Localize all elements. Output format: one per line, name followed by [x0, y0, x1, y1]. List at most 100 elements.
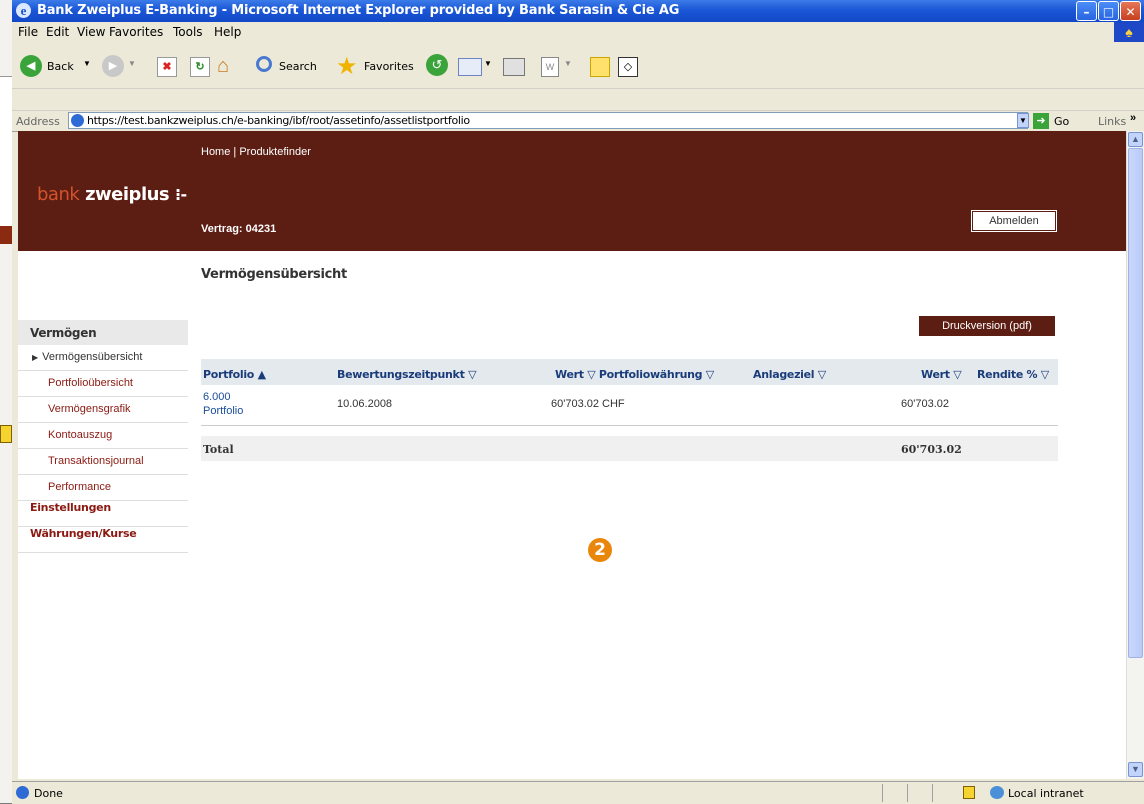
product-finder-link[interactable]: Produktefinder [239, 146, 311, 158]
history-icon: ↺ [426, 54, 448, 76]
home-link[interactable]: Home [201, 146, 230, 158]
close-button[interactable]: ✕ [1120, 1, 1141, 21]
sidebar-item-vermoegensuebersicht[interactable]: ▶ Vermögensübersicht [18, 345, 188, 371]
menu-edit[interactable]: Edit [46, 25, 69, 39]
menu-tools[interactable]: Tools [173, 25, 203, 39]
portfolio-id-link[interactable]: 6.000 [203, 391, 231, 403]
title-bar: e Bank Zweiplus E-Banking - Microsoft In… [12, 0, 1144, 22]
sidebar-item-performance[interactable]: Performance [18, 475, 188, 501]
search-button[interactable]: Search [256, 54, 331, 78]
mail-icon [458, 58, 482, 76]
status-text: Done [34, 787, 63, 800]
history-button[interactable]: ↺ [426, 54, 450, 78]
windows-flag-icon: ♠ [1114, 22, 1144, 42]
print-version-button[interactable]: Druckversion (pdf) [919, 316, 1055, 336]
forward-button[interactable]: ▶ ▼ [102, 54, 142, 78]
sidebar-item-kontoauszug[interactable]: Kontoauszug [18, 423, 188, 449]
sidebar-section-einstellungen[interactable]: Einstellungen [18, 501, 188, 527]
go-label: Go [1054, 115, 1070, 128]
menu-favorites[interactable]: Favorites [109, 25, 163, 39]
sidebar-heading[interactable]: Vermögen [18, 320, 188, 345]
sidebar-item-portfoliouebersicht[interactable]: Portfolioübersicht [18, 371, 188, 397]
scroll-thumb[interactable] [1128, 148, 1143, 658]
total-row: Total 60'703.02 [201, 436, 1058, 461]
home-button[interactable]: ⌂ [217, 54, 243, 78]
intranet-globe-icon [990, 786, 1004, 799]
printer-icon [503, 58, 525, 76]
refresh-icon: ↻ [190, 57, 210, 77]
links-label[interactable]: Links [1098, 115, 1126, 128]
edit-button[interactable]: W ▼ [541, 54, 581, 78]
lock-icon [0, 425, 12, 443]
top-navigation: Home | Produktefinder [201, 146, 311, 158]
menu-file[interactable]: File [18, 25, 38, 39]
favorites-star-icon: ★ [336, 53, 358, 80]
background-bar [0, 226, 12, 244]
ie-logo-icon: e [16, 3, 31, 18]
browser-window: e Bank Zweiplus E-Banking - Microsoft In… [12, 0, 1144, 804]
page-content: Home | Produktefinder bank zweiplus ⁝- V… [18, 131, 1126, 779]
word-icon: W [541, 57, 559, 77]
background-panel [0, 76, 12, 227]
minimize-button[interactable]: – [1076, 1, 1097, 21]
address-dropdown-button[interactable]: ▼ [1017, 113, 1029, 128]
secure-lock-icon [963, 786, 975, 799]
menu-bar: File Edit View Favorites Tools Help ♠ [12, 22, 1144, 43]
home-icon: ⌂ [217, 55, 230, 77]
logout-button[interactable]: Abmelden [971, 210, 1057, 232]
header-valuation-date[interactable]: Bewertungszeitpunkt ▽ [337, 368, 477, 381]
back-label: Back [47, 60, 74, 73]
menu-view[interactable]: View [77, 25, 105, 39]
caret-right-icon: ▶ [32, 353, 39, 362]
bank-logo: bank zweiplus ⁝- [37, 184, 187, 205]
edit-dropdown-icon: ▼ [564, 59, 572, 68]
scroll-down-button[interactable]: ▼ [1128, 762, 1143, 777]
favorites-button[interactable]: ★ Favorites [336, 53, 421, 80]
menu-help[interactable]: Help [214, 25, 241, 39]
header-portfolio[interactable]: Portfolio ▲ [203, 368, 266, 381]
header-investment-target[interactable]: Anlageziel ▽ [753, 368, 826, 381]
table-row: 6.000 Portfolio 10.06.2008 60'703.02 CHF… [201, 385, 1058, 426]
maximize-button[interactable]: □ [1098, 1, 1119, 21]
header-return[interactable]: Rendite % ▽ [977, 368, 1049, 381]
total-value: 60'703.02 [901, 443, 962, 456]
header-value[interactable]: Wert ▽ [921, 368, 962, 381]
go-button[interactable]: ➜ Go [1033, 113, 1083, 129]
scroll-up-button[interactable]: ▲ [1128, 132, 1143, 147]
page-status-icon [16, 786, 29, 799]
window-title: Bank Zweiplus E-Banking - Microsoft Inte… [37, 3, 680, 18]
sidebar: Vermögen ▶ Vermögensübersicht Portfolioüb… [18, 320, 188, 553]
vertical-scrollbar[interactable]: ▲ ▼ [1126, 131, 1144, 779]
toolbar: ◀ Back ▼ ▶ ▼ ✖ ↻ ⌂ Search ★ Favorites ↺ [12, 42, 1144, 89]
sidebar-item-vermoegensgrafik[interactable]: Vermögensgrafik [18, 397, 188, 423]
zone-text: Local intranet [1008, 787, 1084, 800]
search-icon [256, 56, 272, 72]
contract-number: Vertrag: 04231 [201, 223, 277, 235]
messenger-button[interactable]: ◇ [618, 54, 642, 78]
search-label: Search [279, 60, 317, 73]
page-title: Vermögensübersicht [201, 267, 347, 282]
print-button[interactable] [503, 54, 527, 78]
header-value-currency[interactable]: Wert ▽ Portfoliowährung ▽ [555, 368, 714, 381]
sidebar-item-transaktionsjournal[interactable]: Transaktionsjournal [18, 449, 188, 475]
address-bar: Address https://test.bankzweiplus.ch/e-b… [12, 110, 1144, 132]
table-header: Portfolio ▲ Bewertungszeitpunkt ▽ Wert ▽… [201, 359, 1058, 385]
portfolio-name-link[interactable]: Portfolio [203, 405, 243, 417]
sidebar-section-waehrungen-kurse[interactable]: Währungen/Kurse [18, 527, 188, 553]
back-button[interactable]: ◀ Back ▼ [20, 54, 95, 78]
links-chevron-icon[interactable]: » [1130, 112, 1136, 124]
back-arrow-icon: ◀ [20, 55, 42, 77]
refresh-button[interactable]: ↻ [190, 54, 210, 78]
mail-button[interactable]: ▼ [458, 54, 498, 78]
notes-button[interactable] [590, 54, 614, 78]
go-arrow-icon: ➜ [1033, 113, 1049, 129]
page-icon [71, 114, 84, 127]
stop-icon: ✖ [157, 57, 177, 77]
nav-separator: | [233, 146, 237, 158]
stop-button[interactable]: ✖ [157, 54, 177, 78]
address-input[interactable]: https://test.bankzweiplus.ch/e-banking/i… [68, 112, 1028, 129]
valuation-date: 10.06.2008 [337, 398, 393, 410]
back-dropdown-icon: ▼ [83, 59, 91, 68]
mail-dropdown-icon: ▼ [484, 59, 492, 68]
brand-mark-icon: ⁝- [174, 185, 187, 204]
